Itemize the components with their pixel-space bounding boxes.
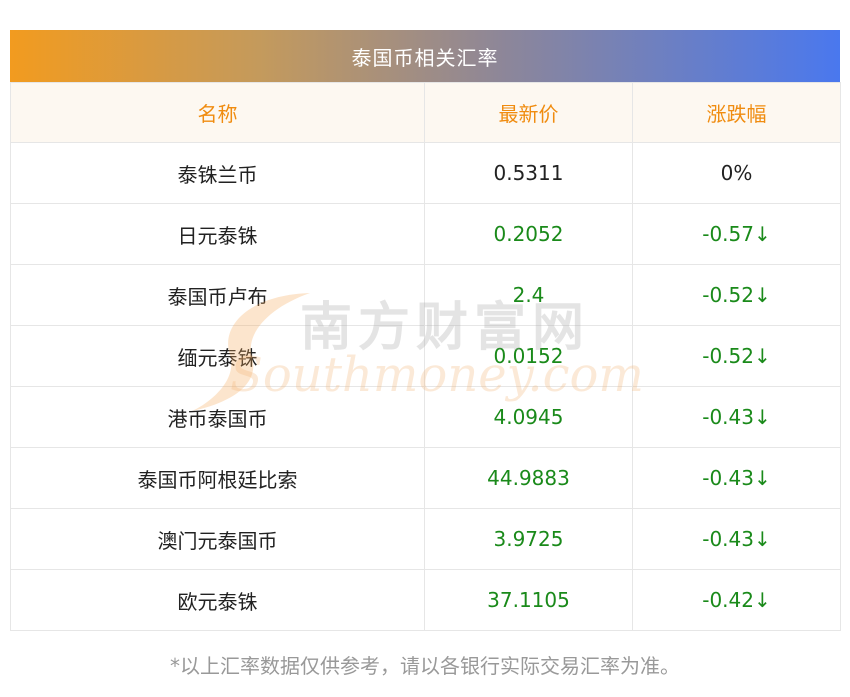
row-change: -0.43↓ [632, 447, 841, 509]
row-price: 3.9725 [424, 508, 633, 570]
table-row: 日元泰铢 0.2052 -0.57↓ [10, 203, 841, 265]
table-row: 泰国币卢布 2.4 -0.52↓ [10, 264, 841, 326]
row-name: 港币泰国币 [10, 386, 425, 448]
row-price: 0.2052 [424, 203, 633, 265]
table-row: 欧元泰铢 37.1105 -0.42↓ [10, 569, 841, 631]
table-row: 澳门元泰国币 3.9725 -0.43↓ [10, 508, 841, 570]
exchange-rate-panel: 泰国币相关汇率 名称 最新价 涨跌幅 泰铢兰币 0.5311 0% 日元泰铢 0… [10, 30, 841, 631]
table-row: 泰铢兰币 0.5311 0% [10, 142, 841, 204]
row-name: 欧元泰铢 [10, 569, 425, 631]
row-name: 泰国币阿根廷比索 [10, 447, 425, 509]
disclaimer-footnote: *以上汇率数据仅供参考，请以各银行实际交易汇率为准。 [170, 654, 680, 678]
table-row: 港币泰国币 4.0945 -0.43↓ [10, 386, 841, 448]
row-name: 泰铢兰币 [10, 142, 425, 204]
row-price: 2.4 [424, 264, 633, 326]
column-header-name: 名称 [10, 82, 425, 143]
row-name: 澳门元泰国币 [10, 508, 425, 570]
row-price: 4.0945 [424, 386, 633, 448]
table-row: 缅元泰铢 0.0152 -0.52↓ [10, 325, 841, 387]
row-change: -0.52↓ [632, 264, 841, 326]
row-change: -0.57↓ [632, 203, 841, 265]
row-price: 0.5311 [424, 142, 633, 204]
table-row: 泰国币阿根廷比索 44.9883 -0.43↓ [10, 447, 841, 509]
row-name: 泰国币卢布 [10, 264, 425, 326]
row-change: -0.42↓ [632, 569, 841, 631]
row-name: 日元泰铢 [10, 203, 425, 265]
row-change: -0.43↓ [632, 386, 841, 448]
row-change: -0.52↓ [632, 325, 841, 387]
row-price: 0.0152 [424, 325, 633, 387]
rates-table: 名称 最新价 涨跌幅 泰铢兰币 0.5311 0% 日元泰铢 0.2052 -0… [10, 82, 841, 631]
row-price: 44.9883 [424, 447, 633, 509]
panel-title: 泰国币相关汇率 [10, 30, 840, 82]
row-change: -0.43↓ [632, 508, 841, 570]
column-header-price: 最新价 [424, 82, 633, 143]
table-header-row: 名称 最新价 涨跌幅 [10, 82, 841, 143]
row-change: 0% [632, 142, 841, 204]
row-price: 37.1105 [424, 569, 633, 631]
row-name: 缅元泰铢 [10, 325, 425, 387]
column-header-change: 涨跌幅 [632, 82, 841, 143]
